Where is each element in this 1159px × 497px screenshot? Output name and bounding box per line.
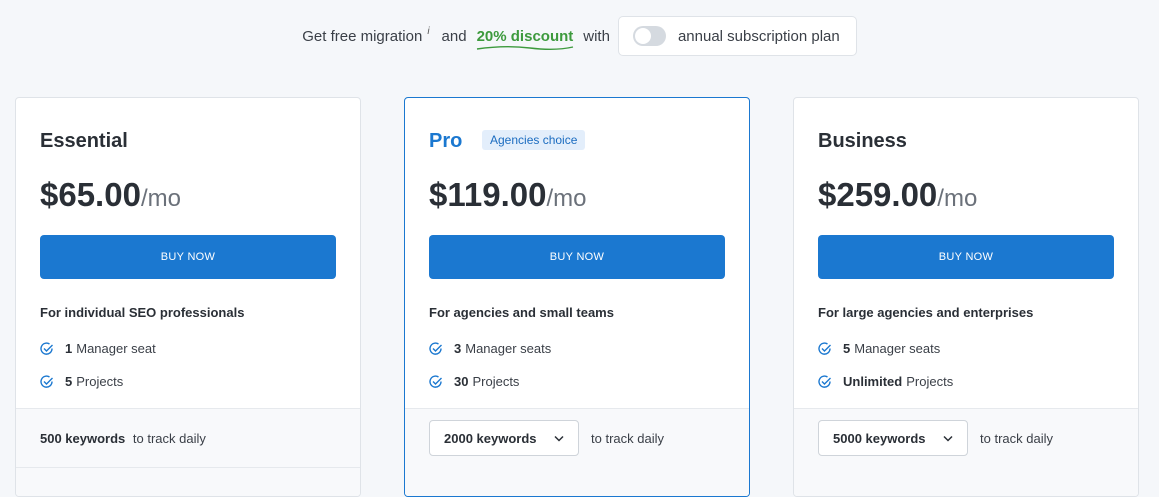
plan-name: Pro <box>429 130 463 152</box>
check-circle-icon <box>40 341 53 355</box>
toggle-switch[interactable] <box>632 26 666 46</box>
promo-with: with <box>583 27 610 45</box>
underline-swoosh-icon <box>476 45 573 50</box>
feature-item: 30 Projects <box>429 374 519 389</box>
check-circle-icon <box>818 341 831 355</box>
feature-item: 1 Manager seat <box>40 341 156 356</box>
plan-card-essential: Essential $65.00/mo BUY NOW For individu… <box>15 97 361 497</box>
chevron-down-icon <box>943 435 953 442</box>
promo-prefix: Get free migration <box>302 27 423 45</box>
plan-audience: For large agencies and enterprises <box>818 305 1034 320</box>
promo-and: and <box>441 27 467 45</box>
keywords-section: 5000 keywords to track daily <box>794 408 1138 496</box>
feature-item: 5 Projects <box>40 374 123 389</box>
keywords-text: 500 keywords to track daily <box>40 431 206 446</box>
check-circle-icon <box>429 374 442 388</box>
plan-price: $259.00/mo <box>818 176 978 213</box>
keywords-section: 500 keywords to track daily <box>16 408 360 496</box>
feature-item: 3 Manager seats <box>429 341 551 356</box>
toggle-knob <box>634 28 651 44</box>
keywords-select[interactable]: 5000 keywords <box>818 420 968 456</box>
keywords-suffix: to track daily <box>591 431 664 446</box>
promo-banner: Get free migration i and 20% discount wi… <box>0 15 1159 57</box>
plan-audience: For individual SEO professionals <box>40 305 245 320</box>
buy-now-button[interactable]: BUY NOW <box>40 235 336 279</box>
plan-name: Business <box>818 130 907 152</box>
check-circle-icon <box>429 341 442 355</box>
toggle-label: annual subscription plan <box>677 27 840 45</box>
chevron-down-icon <box>554 435 564 442</box>
discount-highlight: 20% discount <box>476 27 574 50</box>
feature-item: 5 Manager seats <box>818 341 940 356</box>
feature-item: Unlimited Projects <box>818 374 953 389</box>
agencies-choice-badge: Agencies choice <box>482 130 586 150</box>
buy-now-button[interactable]: BUY NOW <box>818 235 1114 279</box>
keywords-section: 2000 keywords to track daily <box>405 408 749 496</box>
divider <box>16 467 360 468</box>
discount-text: 20% discount <box>476 27 574 45</box>
annual-plan-toggle[interactable]: annual subscription plan <box>617 16 857 56</box>
check-circle-icon <box>40 374 53 388</box>
plan-audience: For agencies and small teams <box>429 305 614 320</box>
plan-card-pro: Pro Agencies choice $119.00/mo BUY NOW F… <box>404 97 750 497</box>
keywords-suffix: to track daily <box>980 431 1053 446</box>
plan-price: $119.00/mo <box>429 176 587 213</box>
buy-now-button[interactable]: BUY NOW <box>429 235 725 279</box>
check-circle-icon <box>818 374 831 388</box>
keywords-select[interactable]: 2000 keywords <box>429 420 579 456</box>
plan-price: $65.00/mo <box>40 176 181 213</box>
plan-name: Essential <box>40 130 128 152</box>
plan-card-business: Business $259.00/mo BUY NOW For large ag… <box>793 97 1139 497</box>
info-icon[interactable]: i <box>427 26 429 37</box>
